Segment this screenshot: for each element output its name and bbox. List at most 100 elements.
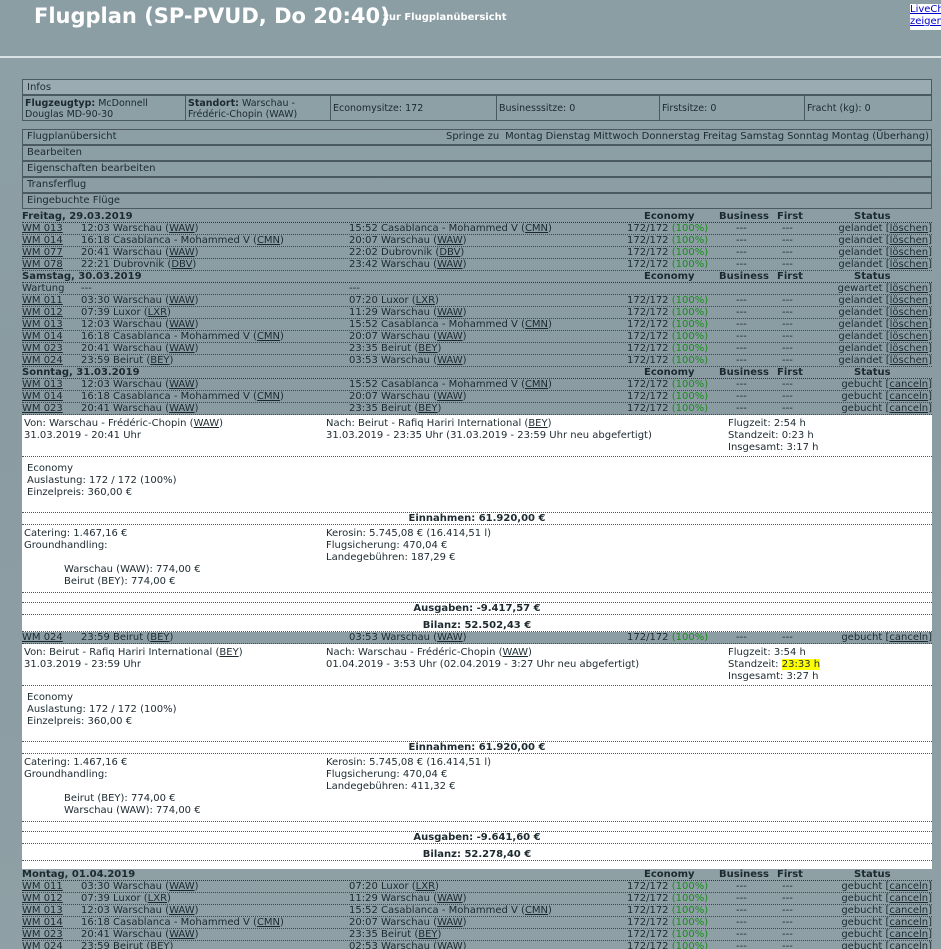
menu-item[interactable]: Bearbeiten xyxy=(22,145,932,161)
airport-link[interactable]: CMN xyxy=(525,319,548,330)
schedule-overview-link[interactable]: Flugplanübersicht xyxy=(27,130,117,144)
airport-link[interactable]: WAW xyxy=(194,418,220,429)
livechat-box[interactable]: LiveCh zeigen xyxy=(910,4,941,30)
airport-link[interactable]: CMN xyxy=(525,379,548,390)
day-link[interactable]: Dienstag xyxy=(546,131,591,142)
airport-link[interactable]: BEY xyxy=(528,418,547,429)
flight-number-link[interactable]: WM 077 xyxy=(22,247,63,259)
airport-link[interactable]: WAW xyxy=(437,235,463,246)
airport-link[interactable]: CMN xyxy=(257,917,280,928)
flight-number-link[interactable]: WM 011 xyxy=(22,881,63,893)
airport-link[interactable]: WAW xyxy=(437,307,463,318)
action-link[interactable]: canceln xyxy=(889,881,928,892)
action-link[interactable]: canceln xyxy=(889,391,928,402)
flight-number-link[interactable]: WM 023 xyxy=(22,403,63,415)
day-link[interactable]: Sonntag xyxy=(787,131,829,142)
airport-link[interactable]: WAW xyxy=(169,905,195,916)
day-link[interactable]: Montag xyxy=(505,131,542,142)
airport-link[interactable]: LXR xyxy=(148,893,167,904)
action-link[interactable]: löschen xyxy=(890,235,928,246)
airport-link[interactable]: WAW xyxy=(169,319,195,330)
flight-number-link[interactable]: WM 012 xyxy=(22,893,63,905)
flight-number-link[interactable]: WM 078 xyxy=(22,259,63,271)
airport-link[interactable]: LXR xyxy=(416,295,435,306)
flight-number-link[interactable]: WM 024 xyxy=(22,632,63,644)
airport-link[interactable]: WAW xyxy=(437,331,463,342)
airport-link[interactable]: WAW xyxy=(437,941,463,949)
menu-item[interactable]: Transferflug xyxy=(22,177,932,193)
day-link[interactable]: Montag (Überhang) xyxy=(832,131,929,142)
menu-item[interactable]: Eingebuchte Flüge xyxy=(22,193,932,209)
action-link[interactable]: canceln xyxy=(889,632,928,643)
airport-link[interactable]: LXR xyxy=(416,881,435,892)
airport-link[interactable]: WAW xyxy=(169,343,195,354)
airport-link[interactable]: WAW xyxy=(169,295,195,306)
airport-link[interactable]: WAW xyxy=(169,929,195,940)
action-link[interactable]: löschen xyxy=(890,319,928,330)
airport-link[interactable]: WAW xyxy=(169,223,195,234)
flight-number-link[interactable]: WM 011 xyxy=(22,295,63,307)
action-link[interactable]: löschen xyxy=(890,307,928,318)
airport-link[interactable]: BEY xyxy=(418,403,437,414)
action-link[interactable]: löschen xyxy=(890,283,928,294)
day-link[interactable]: Freitag xyxy=(703,131,737,142)
action-link[interactable]: canceln xyxy=(889,905,928,916)
flight-number-link[interactable]: WM 023 xyxy=(22,343,63,355)
action-link[interactable]: löschen xyxy=(890,331,928,342)
airport-link[interactable]: WAW xyxy=(169,379,195,390)
action-link[interactable]: canceln xyxy=(889,941,928,949)
airport-link[interactable]: WAW xyxy=(169,403,195,414)
flight-number-link[interactable]: WM 014 xyxy=(22,917,63,929)
airport-link[interactable]: CMN xyxy=(257,235,280,246)
flight-number-link[interactable]: WM 014 xyxy=(22,235,63,247)
flight-number-link[interactable]: WM 014 xyxy=(22,331,63,343)
action-link[interactable]: löschen xyxy=(890,247,928,258)
flight-number-link[interactable]: WM 013 xyxy=(22,223,63,235)
airport-link[interactable]: WAW xyxy=(437,259,463,270)
airport-link[interactable]: LXR xyxy=(148,307,167,318)
airport-link[interactable]: DBV xyxy=(439,247,460,258)
airport-link[interactable]: DBV xyxy=(171,259,192,270)
airport-link[interactable]: CMN xyxy=(525,223,548,234)
livechat-link[interactable]: LiveCh xyxy=(910,4,941,16)
airport-link[interactable]: CMN xyxy=(257,331,280,342)
day-link[interactable]: Samstag xyxy=(740,131,784,142)
action-link[interactable]: löschen xyxy=(890,355,928,366)
flight-number-link[interactable]: WM 023 xyxy=(22,929,63,941)
flight-number-link[interactable]: WM 024 xyxy=(22,355,63,367)
airport-link[interactable]: WAW xyxy=(437,893,463,904)
airport-link[interactable]: CMN xyxy=(257,391,280,402)
airport-link[interactable]: BEY xyxy=(150,941,169,949)
airport-link[interactable]: CMN xyxy=(525,905,548,916)
airport-link[interactable]: WAW xyxy=(437,355,463,366)
action-link[interactable]: löschen xyxy=(890,223,928,234)
flight-number-link[interactable]: WM 012 xyxy=(22,307,63,319)
action-link[interactable]: löschen xyxy=(890,295,928,306)
action-link[interactable]: canceln xyxy=(889,379,928,390)
airport-link[interactable]: BEY xyxy=(150,632,169,643)
action-link[interactable]: canceln xyxy=(889,403,928,414)
airport-link[interactable]: WAW xyxy=(437,391,463,402)
action-link[interactable]: löschen xyxy=(890,259,928,270)
flight-number-link[interactable]: WM 013 xyxy=(22,379,63,391)
airport-link[interactable]: BEY xyxy=(150,355,169,366)
flight-number-link[interactable]: WM 013 xyxy=(22,319,63,331)
action-link[interactable]: canceln xyxy=(889,929,928,940)
airport-link[interactable]: BEY xyxy=(418,929,437,940)
flight-number-link[interactable]: WM 013 xyxy=(22,905,63,917)
airport-link[interactable]: BEY xyxy=(418,343,437,354)
overview-link[interactable]: zur Flugplanübersicht xyxy=(383,12,507,23)
airport-link[interactable]: WAW xyxy=(169,881,195,892)
airport-link[interactable]: BEY xyxy=(219,647,238,658)
airport-link[interactable]: WAW xyxy=(503,647,529,658)
livechat-show-link[interactable]: zeigen xyxy=(910,16,941,28)
airport-link[interactable]: WAW xyxy=(437,632,463,643)
action-link[interactable]: canceln xyxy=(889,917,928,928)
day-link[interactable]: Mittwoch xyxy=(593,131,638,142)
flight-number-link[interactable]: WM 014 xyxy=(22,391,63,403)
airport-link[interactable]: WAW xyxy=(169,247,195,258)
infos-header[interactable]: Infos xyxy=(22,79,932,95)
action-link[interactable]: canceln xyxy=(889,893,928,904)
action-link[interactable]: löschen xyxy=(890,343,928,354)
flight-number-link[interactable]: WM 024 xyxy=(22,941,63,949)
